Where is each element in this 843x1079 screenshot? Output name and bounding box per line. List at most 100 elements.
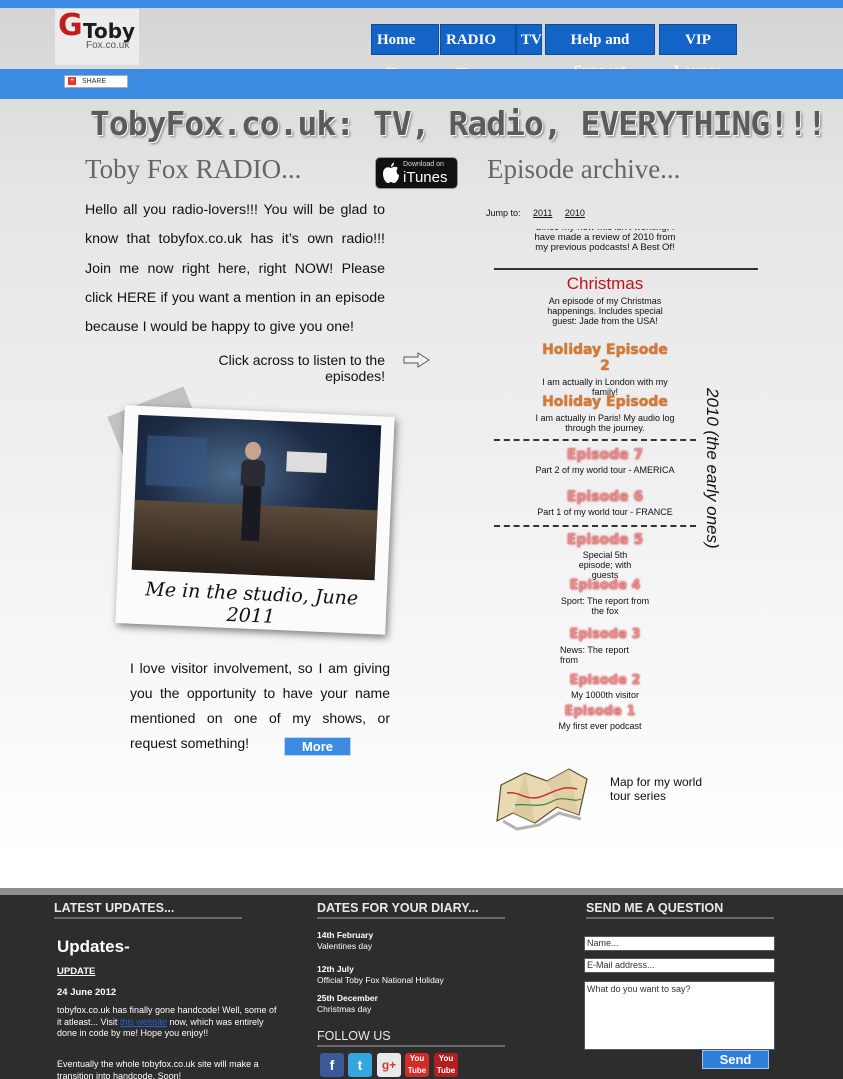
- divider: [494, 268, 758, 270]
- click-across-text: Click across to listen to the episodes!: [218, 352, 385, 384]
- share-label: SHARE: [82, 78, 107, 85]
- episode-holiday[interactable]: Holiday Episode I am actually in Paris! …: [535, 394, 675, 433]
- world-map-icon[interactable]: [495, 763, 591, 831]
- episode-title: Episode 1: [564, 704, 636, 719]
- diary-date: 25th December: [317, 993, 378, 1003]
- episode-title: Christmas: [566, 274, 644, 293]
- share-plus-icon: +: [68, 77, 76, 85]
- updates-heading: LATEST UPDATES...: [54, 901, 175, 915]
- diary-item: 14th February Valentines day: [317, 930, 373, 951]
- top-accent-bar: [0, 0, 843, 8]
- nav-vip-lounge[interactable]: VIP Lounge: [659, 24, 737, 79]
- visitor-involvement-text: I love visitor involvement, so I am givi…: [130, 660, 390, 751]
- diary-event: Official Toby Fox National Holiday: [317, 974, 444, 985]
- update-paragraph-2: Eventually the whole tobyfox.co.uk site …: [57, 1059, 259, 1079]
- nav-radio[interactable]: RADIO: [440, 24, 516, 76]
- episode-desc: Part 2 of my world tour - AMERICA: [535, 465, 675, 475]
- episode-title: Episode 2: [569, 673, 641, 688]
- episode-7[interactable]: Episode 7 Part 2 of my world tour - AMER…: [535, 447, 675, 482]
- radio-intro-text: Hello all you radio-lovers!!! You will b…: [85, 202, 385, 336]
- site-logo[interactable]: G Toby Fox.co.uk: [55, 9, 139, 65]
- diary-item: 12th July Official Toby Fox National Hol…: [317, 964, 444, 985]
- divider: [586, 917, 774, 919]
- episode-desc: Sport: The report from the fox: [560, 596, 650, 616]
- youtube-icon[interactable]: You Tube: [434, 1053, 458, 1077]
- diary-event: Valentines day: [317, 940, 373, 951]
- diary-date: 14th February: [317, 930, 374, 940]
- question-heading: SEND ME A QUESTION: [586, 901, 724, 915]
- follow-heading: FOLLOW US: [317, 1029, 391, 1043]
- episode-title: Episode 4: [569, 578, 641, 593]
- updates-title: Updates-: [57, 937, 130, 956]
- diary-heading: DATES FOR YOUR DIARY...: [317, 901, 479, 915]
- episode-christmas[interactable]: Christmas An episode of my Christmas hap…: [535, 274, 675, 326]
- episode-holiday-2[interactable]: Holiday Episode 2 I am actually in Londo…: [535, 342, 675, 397]
- share-button[interactable]: + SHARE: [64, 75, 128, 88]
- archive-scroll-top: Since my new mic isn't working, I have m…: [530, 229, 680, 260]
- right-arrow-icon[interactable]: [403, 352, 430, 368]
- divider: [494, 525, 696, 527]
- episode-4[interactable]: Episode 4 Sport: The report from the fox: [540, 578, 670, 616]
- radio-title: Toby Fox RADIO...: [85, 154, 302, 184]
- map-caption: Map for my world tour series: [610, 775, 703, 803]
- year-vertical-label: 2010 (the early ones): [703, 388, 722, 549]
- update-paragraph-1: tobyfox.co.uk has finally gone handcode!…: [57, 1005, 279, 1040]
- update-date: 24 June 2012: [57, 987, 117, 998]
- best-of-text: Since my new mic isn't working, I have m…: [534, 229, 676, 253]
- update-link[interactable]: UPDATE: [57, 966, 95, 977]
- logo-text: Toby: [83, 19, 136, 43]
- episode-title: Holiday Episode 2: [542, 342, 668, 374]
- divider: [317, 917, 505, 919]
- send-button[interactable]: Send: [702, 1050, 769, 1069]
- archive-title: Episode archive...: [487, 154, 681, 184]
- message-field[interactable]: What do you want to say?: [584, 981, 775, 1050]
- episode-desc: My first ever podcast: [558, 721, 642, 731]
- episode-2[interactable]: Episode 2 My 1000th visitor: [540, 673, 670, 700]
- episode-desc: An episode of my Christmas happenings. I…: [547, 296, 663, 326]
- episode-1[interactable]: Episode 1 My first ever podcast: [540, 704, 660, 731]
- episode-5[interactable]: Episode 5 Special 5th episode; with gues…: [540, 532, 670, 580]
- name-field[interactable]: Name...: [584, 936, 775, 951]
- episode-desc: Special 5th episode; with guests: [578, 550, 632, 580]
- episode-desc: Part 1 of my world tour - FRANCE: [537, 507, 673, 517]
- apple-icon: [382, 162, 400, 184]
- divider: [494, 439, 696, 441]
- divider: [317, 1045, 505, 1047]
- nav-help-support[interactable]: Help and Support: [545, 24, 655, 79]
- this-website-link[interactable]: this website: [120, 1017, 167, 1027]
- episode-title: Episode 7: [566, 447, 644, 463]
- studio-photo: [131, 414, 382, 581]
- episode-desc: I am actually in Paris! My audio log thr…: [535, 413, 675, 433]
- nav-home[interactable]: Home: [371, 24, 439, 76]
- episode-3[interactable]: Episode 3 News: The report from: [540, 627, 670, 665]
- jump-label: Jump to:: [486, 208, 521, 218]
- jump-link-2010[interactable]: 2010: [565, 208, 585, 218]
- episode-desc: My 1000th visitor: [570, 690, 640, 700]
- episode-title: Holiday Episode: [542, 394, 668, 410]
- nav-tv[interactable]: TV: [516, 24, 542, 55]
- itunes-button[interactable]: Download on iTunes: [375, 157, 458, 189]
- more-button[interactable]: More: [284, 737, 351, 756]
- email-field[interactable]: E-Mail address...: [584, 958, 775, 973]
- studio-photo-frame: Me in the studio, June 2011: [115, 405, 395, 635]
- nav-radio-label: RADIO: [446, 32, 497, 48]
- twitter-icon[interactable]: t: [348, 1053, 372, 1077]
- photo-caption: Me in the studio, June 2011: [144, 578, 359, 628]
- nav-home-label: Home: [377, 32, 416, 48]
- episode-title: Episode 3: [569, 627, 641, 642]
- divider: [54, 917, 242, 919]
- itunes-big-text: iTunes: [403, 169, 448, 186]
- itunes-small-text: Download on: [403, 161, 444, 168]
- logo-swirl-icon: G: [58, 8, 83, 43]
- youtube-icon[interactable]: You Tube: [405, 1053, 429, 1077]
- diary-event: Christmas day: [317, 1003, 372, 1014]
- jump-link-2011[interactable]: 2011: [533, 208, 552, 218]
- episode-title: Episode 6: [566, 489, 644, 505]
- facebook-icon[interactable]: f: [320, 1053, 344, 1077]
- episode-desc: News: The report from: [560, 645, 629, 665]
- logo-domain: Fox.co.uk: [86, 40, 130, 51]
- jump-to-nav: Jump to: 2011 2010: [486, 208, 585, 218]
- page-headline: TobyFox.co.uk: TV, Radio, EVERYTHING!!!: [90, 104, 827, 143]
- google-plus-icon[interactable]: g+: [377, 1053, 401, 1077]
- episode-6[interactable]: Episode 6 Part 1 of my world tour - FRAN…: [535, 489, 675, 523]
